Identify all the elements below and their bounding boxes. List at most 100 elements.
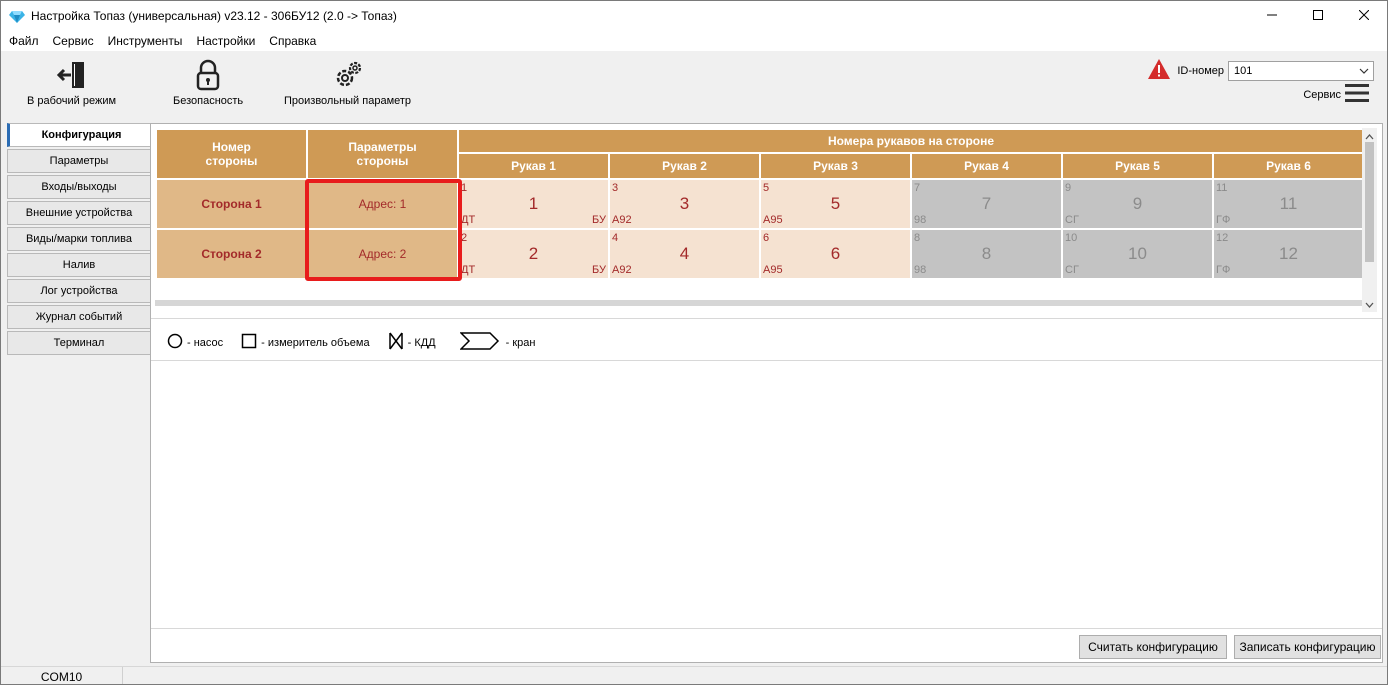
legend-valve-label: - КДД: [407, 336, 436, 349]
hamburger-icon: [1345, 83, 1369, 106]
hose-number: 8: [914, 232, 921, 244]
meter-square-icon: [241, 333, 257, 352]
hose-big-number: 8: [981, 244, 992, 263]
hose-big-number: 11: [1279, 194, 1298, 213]
hose-number: 11: [1216, 182, 1228, 194]
menu-tools[interactable]: Инструменты: [101, 31, 190, 51]
hose-big-number: 12: [1279, 244, 1298, 263]
side-param[interactable]: Адрес: 1: [306, 178, 459, 230]
scrollbar-thumb[interactable]: [1365, 142, 1374, 262]
hose-fuel: ДТ: [461, 214, 476, 226]
hose-big-number: 6: [830, 244, 841, 263]
legend-valve: - КДД: [384, 332, 436, 353]
nav-event-journal[interactable]: Журнал событий: [7, 305, 151, 329]
side-name[interactable]: Сторона 2: [155, 228, 308, 280]
hose-cell[interactable]: 10 10 СГ: [1061, 228, 1214, 280]
nav-parameters[interactable]: Параметры: [7, 149, 151, 173]
hose-big-number: 7: [981, 194, 992, 213]
nav-inputs-outputs[interactable]: Входы/выходы: [7, 175, 151, 199]
minimize-button[interactable]: [1249, 1, 1295, 31]
hose-number: 10: [1065, 232, 1078, 244]
side-param[interactable]: Адрес: 2: [306, 228, 459, 280]
horizontal-scrollbar[interactable]: [155, 300, 1362, 306]
nav-terminal[interactable]: Терминал: [7, 331, 151, 355]
custom-param-button[interactable]: Произвольный параметр: [284, 57, 411, 107]
hose-fuel: А92: [612, 264, 632, 276]
divider: [151, 360, 1382, 361]
hose-header-5: Рукав 5: [1061, 152, 1214, 180]
hose-fuel: СГ: [1065, 264, 1079, 276]
nav-device-log[interactable]: Лог устройства: [7, 279, 151, 303]
maximize-button[interactable]: [1295, 1, 1341, 31]
id-number-label: ID-номер: [1177, 64, 1224, 77]
hose-number: 1: [461, 182, 468, 194]
scroll-down-icon[interactable]: [1365, 298, 1374, 312]
side-row[interactable]: Сторона 1 Адрес: 1 1 1 ДТ БУ 3 3 А92 5 5 А95 77…: [155, 178, 1365, 230]
security-button[interactable]: Безопасность: [173, 57, 243, 107]
pump-circle-icon: [167, 333, 183, 352]
padlock-icon: [190, 57, 226, 93]
nav-fuel-types[interactable]: Виды/марки топлива: [7, 227, 151, 251]
vertical-scrollbar[interactable]: [1362, 128, 1377, 312]
menu-settings[interactable]: Настройки: [189, 31, 262, 51]
write-config-button[interactable]: Записать конфигурацию: [1234, 635, 1381, 659]
hose-cell[interactable]: 8 8 98: [910, 228, 1063, 280]
hose-number: 3: [612, 182, 619, 194]
id-number-select[interactable]: 101: [1228, 60, 1374, 81]
nav-dispensing[interactable]: Налив: [7, 253, 151, 277]
side-name[interactable]: Сторона 1: [155, 178, 308, 230]
hose-number: 12: [1216, 232, 1229, 244]
hose-cell[interactable]: 6 6 А95: [759, 228, 912, 280]
custom-param-label: Произвольный параметр: [284, 95, 412, 107]
status-bar: COM10: [1, 666, 1387, 684]
service-menu-button[interactable]: Сервис: [1303, 83, 1369, 106]
menu-help[interactable]: Справка: [262, 31, 323, 51]
config-grid: Номер стороны Параметры стороны Номера р…: [155, 128, 1377, 312]
id-number-value: 101: [1234, 64, 1253, 77]
hose-cell[interactable]: 9 9 СГ: [1061, 178, 1214, 230]
hose-header-2: Рукав 2: [608, 152, 761, 180]
diamond-app-icon: [9, 8, 25, 24]
side-row[interactable]: Сторона 2 Адрес: 2 2 2 ДТ БУ 4 4 А92 6 6 А95 88…: [155, 228, 1365, 280]
hose-cell[interactable]: 7 7 98: [910, 178, 1063, 230]
maximize-icon: [1313, 9, 1323, 23]
col-side-params: Параметры стороны: [306, 128, 459, 180]
hose-fuel: А95: [763, 214, 783, 226]
hose-number: 9: [1065, 182, 1072, 194]
col-side-number: Номер стороны: [155, 128, 308, 180]
menu-service[interactable]: Сервис: [46, 31, 101, 51]
hose-fuel: А92: [612, 214, 632, 226]
config-table: Номер стороны Параметры стороны Номера р…: [155, 128, 1365, 280]
close-button[interactable]: [1341, 1, 1387, 31]
nav-configuration[interactable]: Конфигурация: [7, 123, 153, 147]
legend-tap: - кран: [456, 332, 535, 353]
title-bar: Настройка Топаз (универсальная) v23.12 -…: [1, 1, 1387, 31]
hose-cell[interactable]: 4 4 А92: [608, 228, 761, 280]
menu-file[interactable]: Файл: [1, 31, 46, 51]
divider: [151, 628, 1382, 629]
hose-fuel: А95: [763, 264, 783, 276]
hose-big-number: 4: [679, 244, 690, 263]
work-mode-button[interactable]: В рабочий режим: [27, 57, 116, 107]
hose-cell[interactable]: 11 11 ГФ: [1212, 178, 1365, 230]
hose-cell[interactable]: 2 2 ДТ БУ: [457, 228, 610, 280]
nav-external-devices[interactable]: Внешние устройства: [7, 201, 151, 225]
hose-cell[interactable]: 3 3 А92: [608, 178, 761, 230]
hose-fuel: 98: [914, 264, 927, 276]
hose-cell[interactable]: 1 1 ДТ БУ: [457, 178, 610, 230]
read-config-button[interactable]: Считать конфигурацию: [1079, 635, 1227, 659]
hose-cell[interactable]: 12 12 ГФ: [1212, 228, 1365, 280]
hose-number: 5: [763, 182, 770, 194]
hose-cell[interactable]: 5 5 А95: [759, 178, 912, 230]
toolbar: В рабочий режим Безопасность Произвольны…: [1, 51, 1387, 119]
side-nav: Конфигурация Параметры Входы/выходы Внеш…: [7, 123, 153, 357]
hose-big-number: 2: [528, 244, 539, 263]
hoses-group-header: Номера рукавов на стороне: [457, 128, 1365, 154]
hose-fuel-right: БУ: [592, 264, 606, 276]
hose-header-4: Рукав 4: [910, 152, 1063, 180]
app-window: Настройка Топаз (универсальная) v23.12 -…: [0, 0, 1388, 685]
exit-door-icon: [54, 57, 90, 93]
hose-fuel: ГФ: [1216, 214, 1231, 226]
legend-pump: - насос: [163, 333, 223, 352]
hose-big-number: 5: [830, 194, 841, 213]
